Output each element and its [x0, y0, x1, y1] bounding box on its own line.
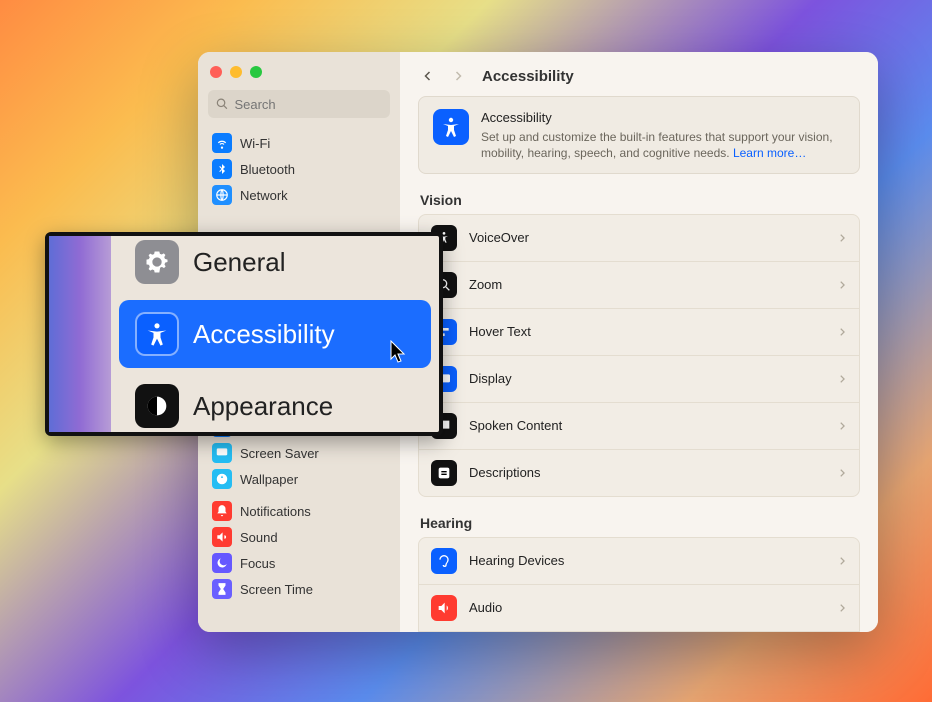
sidebar-item-label: Focus: [240, 556, 275, 571]
row-label: Hearing Devices: [469, 553, 825, 568]
callout-item-accessibility[interactable]: Accessibility: [119, 300, 431, 368]
row-label: Zoom: [469, 277, 825, 292]
main-pane: Accessibility Accessibility Set up and c…: [400, 52, 878, 632]
sidebar-item-label: Screen Time: [240, 582, 313, 597]
gear-icon: [135, 240, 179, 284]
vision-list: VoiceOver Zoom Hover Text Display: [418, 214, 860, 497]
sidebar-item-sound[interactable]: Sound: [204, 524, 394, 550]
sidebar-item-label: Bluetooth: [240, 162, 295, 177]
search-icon: [216, 97, 228, 111]
chevron-right-icon: [837, 233, 847, 243]
callout-list: General Accessibility Appearance: [111, 236, 439, 432]
descriptions-icon: [431, 460, 457, 486]
back-button[interactable]: [418, 66, 438, 86]
sidebar-item-notifications[interactable]: Notifications: [204, 498, 394, 524]
moon-icon: [212, 553, 232, 573]
chevron-right-icon: [837, 280, 847, 290]
row-hovertext[interactable]: Hover Text: [419, 308, 859, 355]
bell-icon: [212, 501, 232, 521]
sidebar-item-label: Network: [240, 188, 288, 203]
page-title: Accessibility: [482, 68, 574, 85]
sidebar-item-wallpaper[interactable]: Wallpaper: [204, 466, 394, 492]
zoom-callout: General Accessibility Appearance: [45, 232, 443, 436]
chevron-right-icon: [837, 374, 847, 384]
row-label: Descriptions: [469, 465, 825, 480]
row-label: Hover Text: [469, 324, 825, 339]
audio-icon: [431, 595, 457, 621]
row-captions[interactable]: Captions: [419, 631, 859, 632]
callout-item-label: Appearance: [193, 391, 333, 422]
callout-item-general[interactable]: General: [119, 228, 431, 296]
section-title-vision: Vision: [420, 192, 860, 208]
row-display[interactable]: Display: [419, 355, 859, 402]
sidebar-item-label: Notifications: [240, 504, 311, 519]
sidebar-item-screensaver[interactable]: Screen Saver: [204, 440, 394, 466]
row-label: VoiceOver: [469, 230, 825, 245]
chevron-right-icon: [837, 327, 847, 337]
close-button[interactable]: [210, 66, 222, 78]
info-heading: Accessibility: [481, 109, 845, 127]
speaker-icon: [212, 527, 232, 547]
chevron-right-icon: [837, 468, 847, 478]
bluetooth-icon: [212, 159, 232, 179]
accessibility-big-icon: [433, 109, 469, 145]
learn-more-link[interactable]: Learn more…: [733, 146, 806, 160]
wifi-icon: [212, 133, 232, 153]
row-spoken-content[interactable]: Spoken Content: [419, 402, 859, 449]
row-label: Spoken Content: [469, 418, 825, 433]
maximize-button[interactable]: [250, 66, 262, 78]
chevron-right-icon: [837, 603, 847, 613]
search-field[interactable]: [208, 90, 390, 118]
row-label: Audio: [469, 600, 825, 615]
sidebar-item-wifi[interactable]: Wi-Fi: [204, 130, 394, 156]
row-descriptions[interactable]: Descriptions: [419, 449, 859, 496]
sidebar-item-label: Sound: [240, 530, 278, 545]
row-hearing-devices[interactable]: Hearing Devices: [419, 538, 859, 584]
callout-item-appearance[interactable]: Appearance: [119, 372, 431, 440]
screensaver-icon: [212, 443, 232, 463]
toolbar: Accessibility: [400, 52, 878, 96]
ear-icon: [431, 548, 457, 574]
sidebar-item-label: Wallpaper: [240, 472, 298, 487]
sidebar-item-screentime[interactable]: Screen Time: [204, 576, 394, 602]
sidebar-item-network[interactable]: Network: [204, 182, 394, 208]
sidebar-item-focus[interactable]: Focus: [204, 550, 394, 576]
callout-item-label: General: [193, 247, 286, 278]
hourglass-icon: [212, 579, 232, 599]
row-zoom[interactable]: Zoom: [419, 261, 859, 308]
row-label: Display: [469, 371, 825, 386]
forward-button[interactable]: [448, 66, 468, 86]
chevron-right-icon: [837, 421, 847, 431]
minimize-button[interactable]: [230, 66, 242, 78]
wallpaper-icon: [212, 469, 232, 489]
section-title-hearing: Hearing: [420, 515, 860, 531]
sidebar-item-bluetooth[interactable]: Bluetooth: [204, 156, 394, 182]
callout-desktop-strip: [49, 236, 111, 432]
info-box: Accessibility Set up and customize the b…: [418, 96, 860, 174]
chevron-right-icon: [837, 556, 847, 566]
hearing-list: Hearing Devices Audio Captions: [418, 537, 860, 632]
info-text: Accessibility Set up and customize the b…: [481, 109, 845, 161]
callout-item-label: Accessibility: [193, 319, 335, 350]
row-audio[interactable]: Audio: [419, 584, 859, 631]
appearance-icon: [135, 384, 179, 428]
sidebar-item-label: Wi-Fi: [240, 136, 270, 151]
row-voiceover[interactable]: VoiceOver: [419, 215, 859, 261]
window-controls: [198, 62, 400, 86]
accessibility-icon: [135, 312, 179, 356]
globe-icon: [212, 185, 232, 205]
sidebar-item-label: Screen Saver: [240, 446, 319, 461]
content: Accessibility Set up and customize the b…: [400, 96, 878, 632]
search-input[interactable]: [234, 97, 382, 112]
